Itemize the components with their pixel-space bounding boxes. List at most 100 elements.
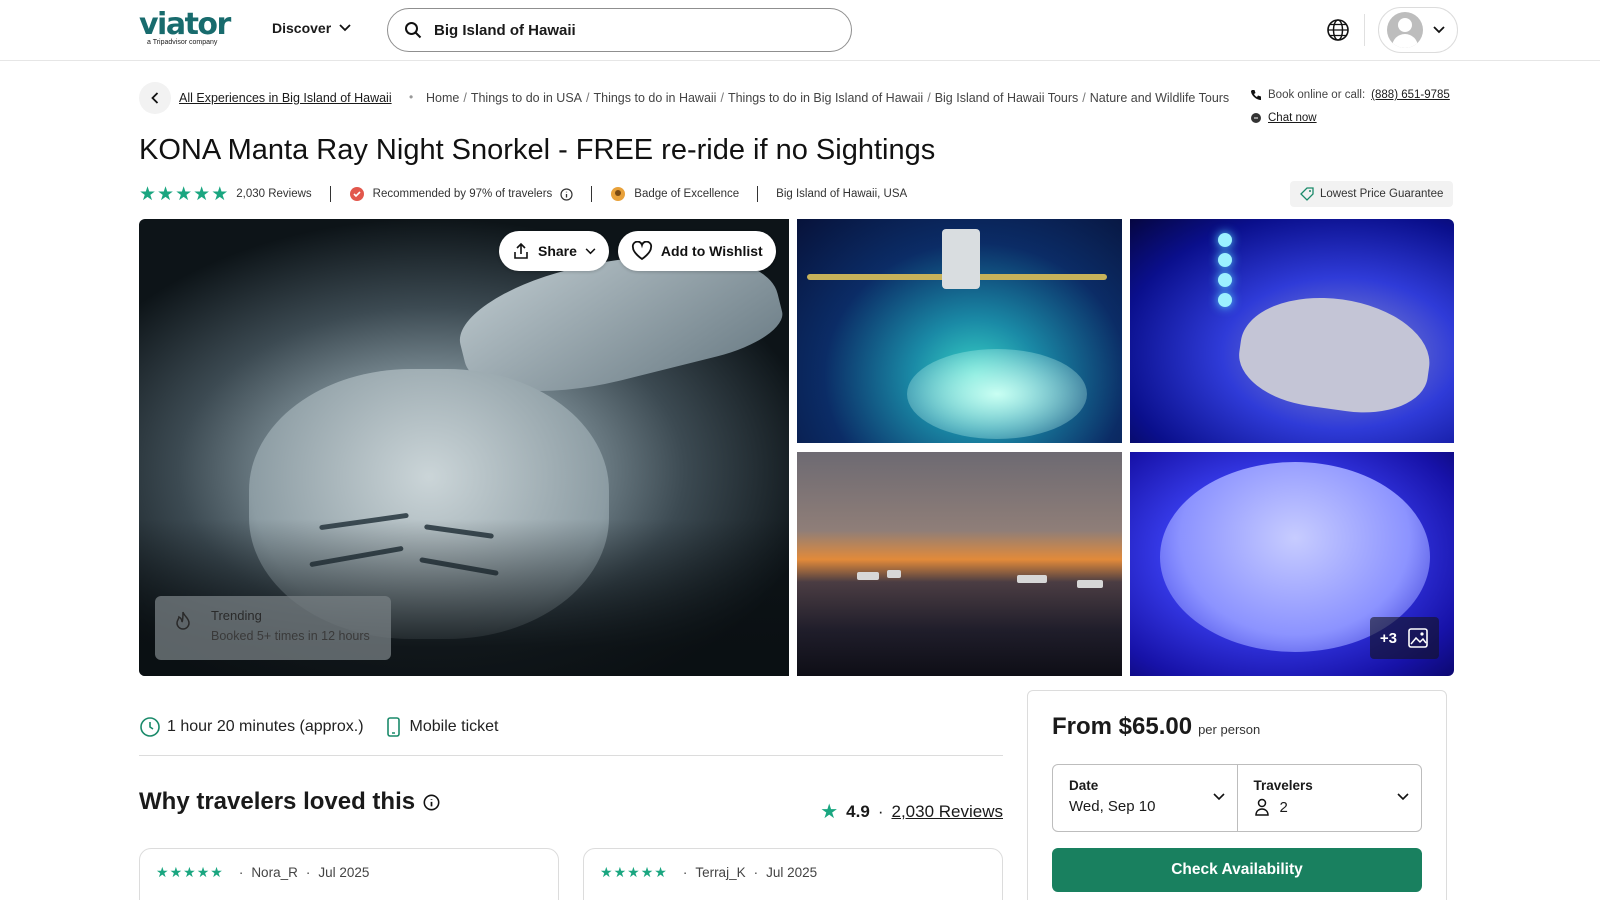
clock-icon [140,717,160,737]
star-icon: ★ [157,183,175,205]
star-icon: ★ [175,183,193,205]
breadcrumb-hawaii[interactable]: Things to do in Hawaii [593,91,716,105]
photo-snorkelers-boat[interactable] [797,219,1122,443]
reviews-count-link[interactable]: 2,030 Reviews [891,802,1003,822]
product-features: 1 hour 20 minutes (approx.) Mobile ticke… [139,716,516,738]
recommended-badge-icon [349,186,365,202]
trending-subtitle: Booked 5+ times in 12 hours [211,629,370,643]
product-meta-row: ★ ★ ★ ★ ★ 2,030 Reviews Recommended by 97% o… [139,184,907,204]
price-amount: From $65.00 [1052,713,1193,740]
back-button[interactable] [139,82,171,114]
photo-manta-ray-lights[interactable] [1130,219,1454,443]
review-card[interactable]: ★ ★ ★ ★ ★ · Nora_R · Jul 2025 [139,848,559,900]
why-heading-text: Why travelers loved this [139,788,416,815]
travelers-selector[interactable]: Travelers 2 [1236,765,1422,831]
main-photo-manta-ray[interactable]: Share Add to Wishlist Trending Booked 5+… [139,219,789,676]
chevron-down-icon [339,24,351,32]
breadcrumb-usa[interactable]: Things to do in USA [471,91,582,105]
all-experiences-link[interactable]: All Experiences in Big Island of Hawaii [179,91,392,105]
language-globe-icon[interactable] [1326,18,1350,47]
header-divider [1364,14,1365,46]
chevron-down-icon [1397,793,1409,801]
info-icon[interactable] [423,794,440,811]
page-title: KONA Manta Ray Night Snorkel - FREE re-r… [139,134,936,166]
chevron-down-icon [1433,26,1445,34]
dot-separator: · [305,865,311,880]
lowest-price-text: Lowest Price Guarantee [1320,188,1444,200]
profile-menu[interactable] [1378,7,1458,53]
review-card[interactable]: ★ ★ ★ ★ ★ · Terraj_K · Jul 2025 [583,848,1003,900]
location-text: Big Island of Hawaii, USA [776,188,908,200]
dot-separator: · [238,865,244,880]
discover-menu[interactable]: Discover [272,20,351,36]
star-icon: ★ [193,183,211,205]
check-availability-button[interactable]: Check Availability [1052,848,1422,892]
star-icon: ★ [139,183,157,205]
date-value: Wed, Sep 10 [1069,798,1156,815]
section-divider [139,755,1003,756]
dot-separator: · [877,802,884,821]
heart-icon [631,241,652,261]
more-photos-count: +3 [1379,629,1397,647]
why-travelers-loved-heading: Why travelers loved this [139,788,440,816]
recommended-text: Recommended by 97% of travelers [372,188,553,200]
search-bar[interactable] [387,8,852,52]
rating-stars: ★ ★ ★ ★ ★ [139,185,228,204]
chat-icon [1251,113,1261,123]
review-author: Nora_R [251,865,298,880]
price-per-person: per person [1198,722,1261,737]
discover-label: Discover [272,20,332,36]
breadcrumb-home[interactable]: Home [426,91,459,105]
trending-badge: Trending Booked 5+ times in 12 hours [155,596,391,660]
star-icon: ★ [211,183,229,205]
breadcrumb: Home / Things to do in USA / Things to do in… [426,91,1230,105]
chevron-down-icon [585,247,596,254]
date-selector[interactable]: Date Wed, Sep 10 [1053,765,1237,831]
chevron-left-icon [151,92,159,104]
share-label: Share [538,243,577,259]
photo-sunset-boats[interactable] [797,452,1122,676]
logo-wordmark: viator [139,7,231,42]
reviews-count[interactable]: 2,030 Reviews [236,188,311,200]
price-display: From $65.00 per person [1052,713,1260,741]
search-icon [405,22,422,39]
top-header: viator a Tripadvisor company Discover [0,0,1600,61]
book-online-text: Book online or call: [1268,89,1366,101]
photo-gallery: Share Add to Wishlist Trending Booked 5+… [139,219,1454,676]
person-icon [1254,798,1269,816]
book-online-contact: Book online or call: (888) 651-9785 [1250,89,1450,101]
rating-stars: ★ ★ ★ ★ ★ [600,864,667,880]
breadcrumb-tours[interactable]: Big Island of Hawaii Tours [935,91,1079,105]
chat-now-link[interactable]: Chat now [1250,112,1317,124]
booking-panel: From $65.00 per person Date Wed, Sep 10 … [1027,690,1447,900]
avatar [1387,12,1423,48]
more-photos-button[interactable]: +3 [1369,617,1439,659]
duration-text: 1 hour 20 minutes (approx.) [167,718,364,735]
duration-feature: 1 hour 20 minutes (approx.) [139,716,364,738]
phone-link[interactable]: (888) 651-9785 [1371,89,1450,101]
review-date: Jul 2025 [318,865,370,880]
breadcrumb-nature[interactable]: Nature and Wildlife Tours [1090,91,1229,105]
flame-icon [176,611,190,630]
share-button[interactable]: Share [499,231,609,271]
dot-separator: · [753,865,759,880]
gallery-icon [1408,628,1428,648]
travelers-label: Travelers [1253,778,1313,793]
rating-summary: ★ 4.9 · 2,030 Reviews [820,802,1003,822]
rating-score: 4.9 [846,802,870,821]
breadcrumb-separator-dot: • [409,90,414,104]
chevron-down-icon [1212,793,1225,801]
travelers-value: 2 [1279,798,1288,816]
info-icon[interactable] [560,187,573,201]
add-to-wishlist-button[interactable]: Add to Wishlist [617,231,776,271]
breadcrumb-big-island[interactable]: Things to do in Big Island of Hawaii [728,91,923,105]
lowest-price-guarantee-badge[interactable]: Lowest Price Guarantee [1290,181,1454,207]
gallery-actions: Share Add to Wishlist [499,231,776,271]
date-label: Date [1069,778,1099,793]
photo-manta-ray-blue[interactable]: +3 [1130,452,1454,676]
search-input[interactable] [434,21,814,39]
logo-tagline: a Tripadvisor company [147,39,218,46]
viator-logo[interactable]: viator a Tripadvisor company [139,7,231,47]
mobile-ticket-text: Mobile ticket [409,718,499,735]
booking-selectors: Date Wed, Sep 10 Travelers 2 [1052,764,1422,832]
